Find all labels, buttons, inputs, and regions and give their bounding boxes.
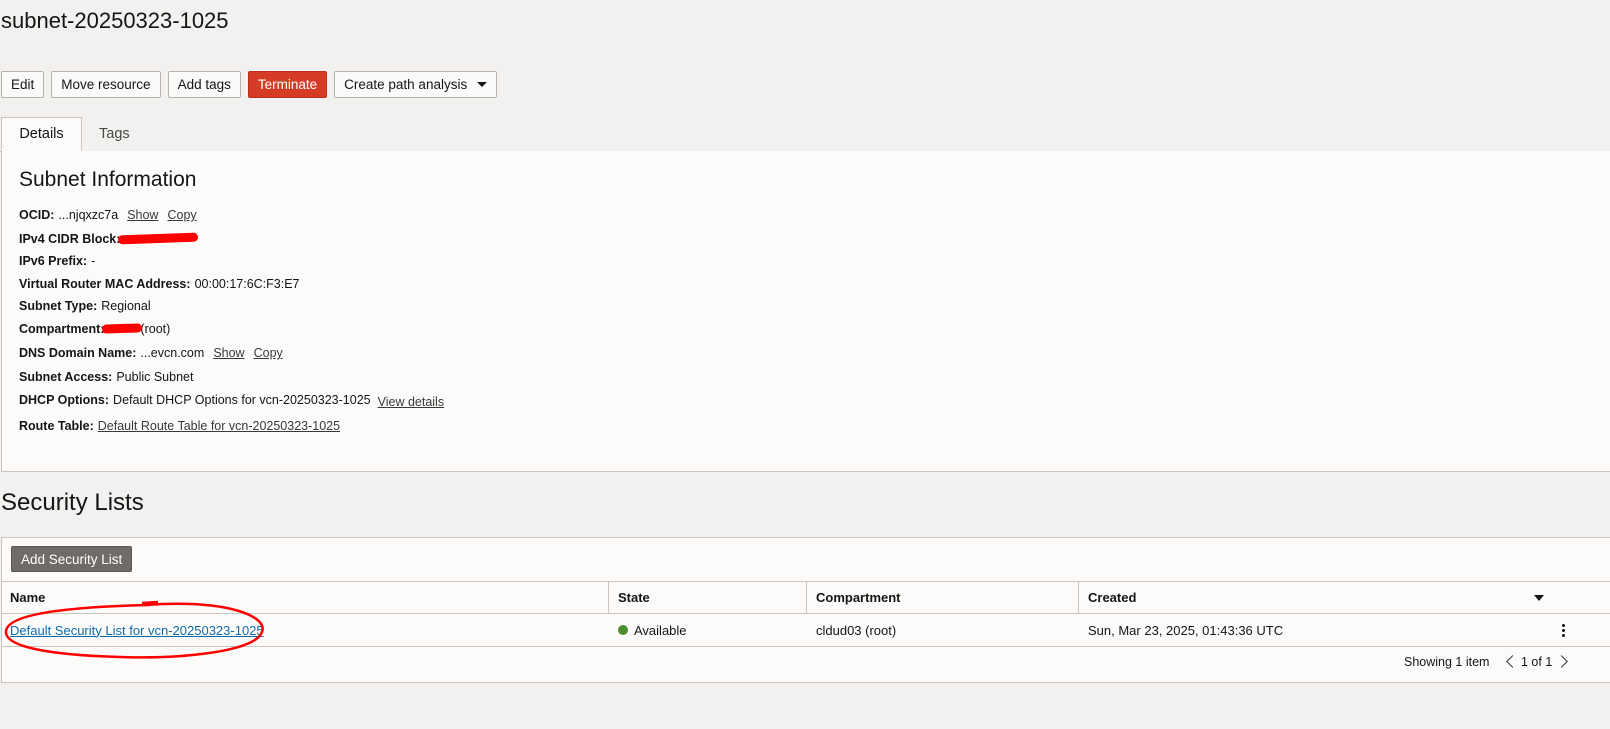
mac-value: 00:00:17:6C:F3:E7 — [194, 277, 300, 291]
annotation-circle — [4, 600, 264, 659]
dhcp-value: Default DHCP Options for vcn-20250323-10… — [113, 393, 371, 407]
move-resource-button[interactable]: Move resource — [51, 71, 161, 98]
subnet-information-title: Subnet Information — [19, 168, 197, 191]
chevron-down-icon — [477, 82, 488, 87]
security-list-state: Available — [634, 622, 687, 638]
dns-value: ...evcn.com — [140, 346, 205, 360]
security-list-created-cell: Sun, Mar 23, 2025, 01:43:36 UTC — [1088, 622, 1284, 638]
edit-button[interactable]: Edit — [1, 71, 45, 98]
dns-show-link[interactable]: Show — [213, 346, 244, 360]
subnet-access-field: Subnet Access: Public Subnet — [19, 370, 193, 384]
mac-label: Virtual Router MAC Address: — [19, 277, 191, 291]
security-list-compartment-cell: cldud03 (root) — [816, 622, 897, 638]
dhcp-view-details-link[interactable]: View details — [378, 395, 444, 409]
mac-field: Virtual Router MAC Address: 00:00:17:6C:… — [19, 277, 300, 291]
dns-field: DNS Domain Name: ...evcn.com Show Copy — [19, 346, 283, 360]
ipv6-label: IPv6 Prefix: — [19, 254, 88, 268]
dhcp-label: DHCP Options: — [19, 393, 110, 407]
subnet-type-value: Regional — [101, 299, 151, 313]
ipv6-field: IPv6 Prefix: - — [19, 254, 95, 268]
column-header-compartment[interactable]: Compartment — [807, 582, 1079, 613]
row-actions-kebab-icon[interactable] — [1562, 624, 1566, 639]
action-toolbar: Edit Move resource Add tags Terminate Cr… — [1, 71, 498, 98]
ocid-show-link[interactable]: Show — [127, 208, 158, 222]
dhcp-field: DHCP Options: Default DHCP Options for v… — [19, 393, 444, 409]
create-path-analysis-button[interactable]: Create path analysis — [334, 71, 498, 98]
dns-copy-link[interactable]: Copy — [254, 346, 283, 360]
route-table-link[interactable]: Default Route Table for vcn-20250323-102… — [98, 419, 340, 433]
compartment-field: Compartment: (root) — [19, 322, 170, 336]
tab-bar: Details Tags — [0, 117, 1610, 152]
subnet-access-label: Subnet Access: — [19, 370, 113, 384]
ipv4-label: IPv4 CIDR Block: — [19, 232, 121, 246]
compartment-suffix: (root) — [140, 322, 171, 336]
security-lists-title: Security Lists — [1, 489, 144, 516]
dns-label: DNS Domain Name: — [19, 346, 137, 360]
tab-tags[interactable]: Tags — [99, 117, 130, 151]
terminate-button[interactable]: Terminate — [247, 71, 328, 98]
subnet-type-label: Subnet Type: — [19, 299, 98, 313]
redaction-mark — [118, 232, 199, 245]
compartment-label: Compartment: — [19, 322, 105, 336]
showing-count: Showing 1 item — [1404, 655, 1490, 669]
ipv6-value: - — [91, 254, 96, 268]
route-table-field: Route Table: Default Route Table for vcn… — [19, 419, 340, 433]
add-tags-button[interactable]: Add tags — [167, 71, 241, 98]
route-table-label: Route Table: — [19, 419, 94, 433]
ocid-value: ...njqxzc7a — [58, 208, 119, 222]
subnet-access-value: Public Subnet — [116, 370, 194, 384]
column-header-created[interactable]: Created — [1079, 582, 1610, 613]
ocid-field: OCID: ...njqxzc7a Show Copy — [19, 208, 197, 222]
pagination-status: 1 of 1 — [1521, 655, 1553, 669]
ocid-copy-link[interactable]: Copy — [167, 208, 196, 222]
redaction-mark — [102, 323, 143, 334]
page-title: subnet-20250323-1025 — [1, 8, 229, 33]
security-list-state-cell: Available — [609, 614, 807, 646]
create-path-analysis-label: Create path analysis — [344, 77, 468, 92]
ocid-label: OCID: — [19, 208, 55, 222]
column-header-state[interactable]: State — [609, 582, 807, 613]
subnet-type-field: Subnet Type: Regional — [19, 299, 151, 313]
status-available-icon — [618, 625, 628, 635]
tab-details[interactable]: Details — [1, 117, 82, 151]
add-security-list-button[interactable]: Add Security List — [11, 546, 133, 572]
sort-dropdown-icon[interactable] — [1534, 595, 1544, 601]
ipv4-field: IPv4 CIDR Block: — [19, 232, 199, 246]
